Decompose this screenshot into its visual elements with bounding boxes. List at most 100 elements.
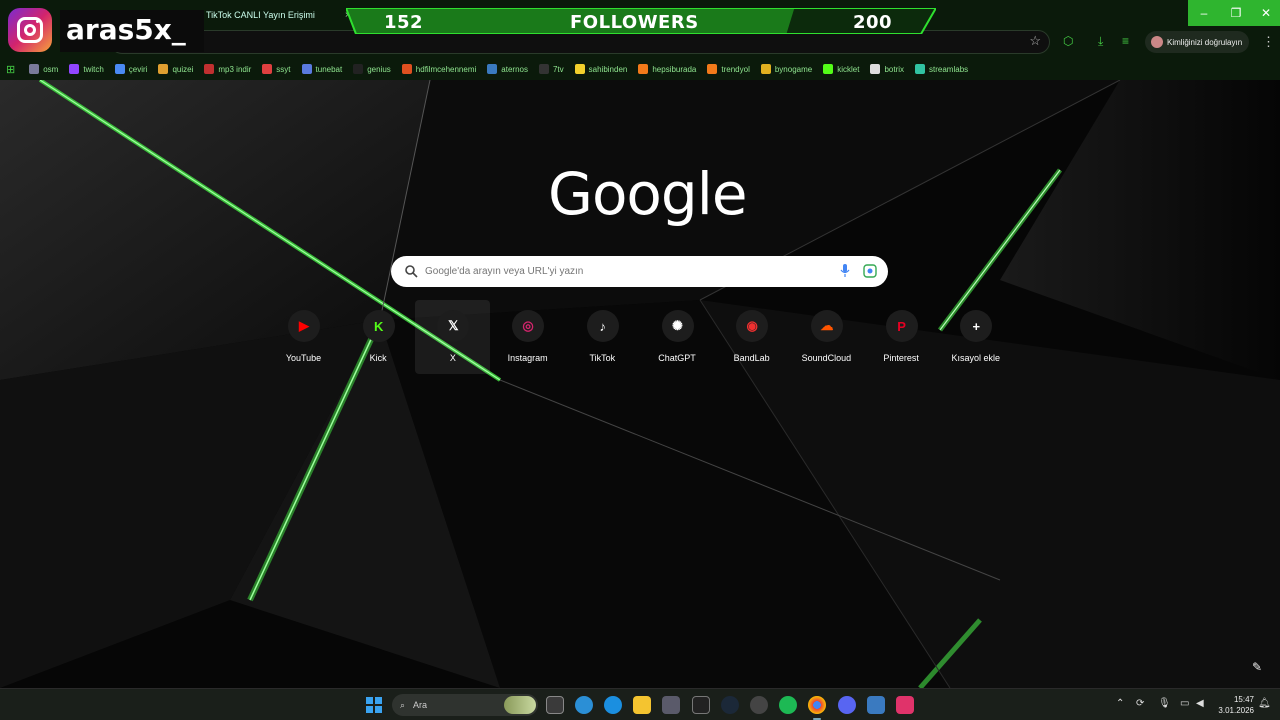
microphone-icon[interactable]	[840, 264, 850, 278]
tiktok-live-studio-icon[interactable]	[896, 696, 914, 714]
shortcut-label: Kısayol ekle	[951, 353, 1001, 363]
bookmark-item[interactable]: 7tv	[538, 64, 564, 74]
shortcut-chatgpt[interactable]: ✺ ChatGPT	[640, 300, 715, 374]
customize-pencil-icon[interactable]: ✎	[1252, 660, 1262, 674]
steam-icon[interactable]	[721, 696, 739, 714]
notification-bell-icon[interactable]: 🔔︎	[1258, 698, 1271, 709]
bookmark-label: tunebat	[315, 64, 343, 74]
bookmark-item[interactable]: trendyol	[707, 64, 750, 74]
bookmark-item[interactable]: quizei	[158, 64, 193, 74]
bookmark-favicon-icon	[29, 64, 40, 74]
bookmark-item[interactable]: mp3 indir	[204, 64, 251, 74]
bookmark-item[interactable]: ssyt	[262, 64, 291, 74]
bookmark-label: twitch	[83, 64, 104, 74]
followers-current: 152	[384, 12, 424, 33]
bookmark-label: streamlabs	[929, 64, 969, 74]
bookmark-item[interactable]: çeviri	[114, 64, 148, 74]
file-explorer-icon[interactable]	[633, 696, 651, 714]
bookmark-favicon-icon	[538, 64, 549, 74]
plus-icon: +	[960, 310, 993, 342]
app-icon[interactable]	[750, 696, 768, 714]
avatar	[1151, 36, 1163, 48]
search-input[interactable]	[425, 261, 815, 282]
bookmark-item[interactable]: twitch	[69, 64, 104, 74]
volume-icon[interactable]: ◀︎	[1196, 698, 1204, 709]
bookmark-favicon-icon	[760, 64, 771, 74]
download-icon[interactable]: ⤓	[1098, 34, 1103, 49]
bookmark-favicon-icon	[707, 64, 718, 74]
widgets-icon[interactable]	[575, 696, 593, 714]
bookmark-label: osm	[43, 64, 59, 74]
extensions-icon[interactable]: ⬡	[1063, 34, 1073, 48]
tab-tiktok-live[interactable]: TikTok CANLI Yayın Erişimi ×	[206, 4, 351, 26]
search-icon: ⌕	[400, 699, 406, 710]
task-view-icon[interactable]	[546, 696, 564, 714]
shortcut-label: ChatGPT	[658, 353, 696, 363]
shortcut-tiktok[interactable]: ♪ TikTok	[565, 300, 640, 374]
search-box[interactable]	[391, 256, 888, 287]
app-icon-2[interactable]	[867, 696, 885, 714]
edge-icon[interactable]	[604, 696, 622, 714]
apps-grid-icon[interactable]: ⊞	[6, 63, 15, 76]
profile-label: Kimliğinizi doğrulayın	[1167, 37, 1243, 47]
profile-button[interactable]: Kimliğinizi doğrulayın	[1145, 31, 1249, 53]
kick-icon: K	[362, 310, 395, 342]
chevron-up-icon[interactable]: ⌃	[1116, 698, 1124, 709]
taskbar-search[interactable]: ⌕ Ara	[392, 694, 538, 716]
bookmark-favicon-icon	[823, 64, 834, 74]
bookmark-item[interactable]: tunebat	[301, 64, 343, 74]
bookmark-item[interactable]: hepsiburada	[638, 64, 696, 74]
network-icon[interactable]: ▭	[1180, 698, 1189, 709]
start-button[interactable]	[366, 697, 382, 713]
bookmark-item[interactable]: hdfilmcehennemi	[401, 64, 476, 74]
bookmark-label: hepsiburada	[652, 64, 697, 74]
bookmark-favicon-icon	[114, 64, 125, 74]
media-icon[interactable]: ≡	[1122, 34, 1129, 48]
spotify-icon[interactable]	[779, 696, 797, 714]
star-icon[interactable]: ☆	[1029, 33, 1041, 49]
microphone-icon[interactable]: 🎙︎	[1158, 698, 1171, 709]
clock[interactable]: 15:47 3.01.2026	[1214, 694, 1254, 716]
shortcut-label: Kick	[369, 353, 387, 363]
discord-icon[interactable]	[838, 696, 856, 714]
shortcut-label: Instagram	[507, 353, 548, 363]
bookmark-item[interactable]: streamlabs	[915, 64, 968, 74]
instagram-logo-icon	[8, 8, 52, 52]
taskbar: ⌕ Ara ⌃ ⟳ 🎙︎ ▭ ◀︎ 15:47 3.01.2026 🔔︎	[0, 688, 1280, 720]
bookmark-label: çeviri	[128, 64, 148, 74]
bandlab-icon: ◉	[736, 310, 769, 342]
shortcut-pinterest[interactable]: P Pinterest	[864, 300, 939, 374]
shortcut-x[interactable]: 𝕏X	[415, 300, 491, 374]
bookmark-label: ssyt	[276, 64, 291, 74]
bookmark-item[interactable]: botrix	[870, 64, 904, 74]
close-window-button[interactable]: ✕	[1252, 0, 1280, 26]
shortcut-bandlab[interactable]: ◉ BandLab	[714, 300, 789, 374]
bookmark-item[interactable]: genius	[353, 64, 391, 74]
bookmark-favicon-icon	[574, 64, 585, 74]
bookmark-item[interactable]: aternos	[487, 64, 528, 74]
tab-title: TikTok CANLI Yayın Erişimi	[206, 10, 315, 20]
bookmark-item[interactable]: sahibinden	[574, 64, 627, 74]
epic-games-icon[interactable]	[692, 696, 710, 714]
bookmark-item[interactable]: kicklet	[823, 64, 859, 74]
bookmark-item[interactable]: osm	[29, 64, 58, 74]
clock-date: 3.01.2026	[1218, 706, 1254, 715]
store-icon[interactable]	[662, 696, 680, 714]
shortcut-youtube[interactable]: ▶ YouTube	[266, 300, 341, 374]
menu-icon[interactable]: ⋮	[1262, 34, 1275, 50]
maximize-button[interactable]: ❐	[1220, 0, 1252, 26]
shortcut-kick[interactable]: K Kick	[341, 300, 416, 374]
bookmark-item[interactable]: bynogame	[760, 64, 813, 74]
bookmark-label: botrix	[884, 64, 905, 74]
google-lens-icon[interactable]	[863, 264, 877, 278]
bookmark-label: bynogame	[774, 64, 813, 74]
sync-icon[interactable]: ⟳	[1136, 698, 1144, 709]
shortcut-kısayol-ekle[interactable]: + Kısayol ekle	[938, 300, 1013, 374]
instagram-overlay: aras5x_	[4, 4, 206, 54]
shortcuts-grid: ▶ YouTube K Kick 𝕏 X ◎ Instagram ♪ TikTok ✺ ChatGPT…	[266, 300, 1014, 374]
minimize-button[interactable]: –	[1188, 0, 1220, 26]
google-logo: Google	[548, 160, 748, 228]
chrome-icon[interactable]	[808, 696, 826, 720]
shortcut-instagram[interactable]: ◎ Instagram	[490, 300, 565, 374]
shortcut-soundcloud[interactable]: ☁ SoundCloud	[789, 300, 864, 374]
